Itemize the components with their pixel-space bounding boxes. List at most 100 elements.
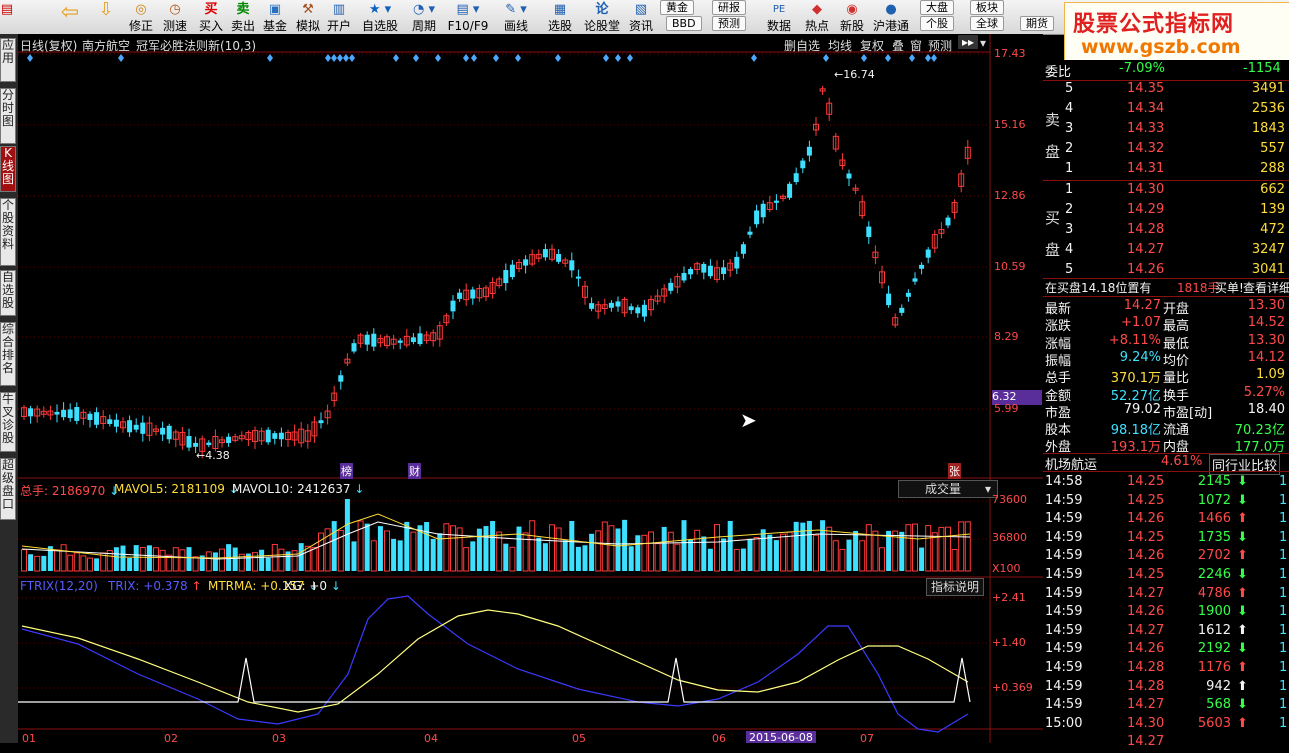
trade-tick-row[interactable]: 14:59 14.26 1466 ⬆ 1 [1043, 510, 1289, 530]
trade-tick-row[interactable]: 14:59 14.27 568 ⬇ 1 [1043, 696, 1289, 716]
indicator-scale-3: +0.369 [992, 681, 1033, 694]
indicator-help-button[interactable]: 指标说明 [926, 578, 985, 596]
signal-diamond-icon [515, 54, 521, 62]
trade-tick-row[interactable]: 14:59 14.25 2246 ⬇ 1 [1043, 566, 1289, 586]
buy-level-row[interactable]: 4 14.27 3247 [1043, 241, 1289, 261]
trade-tick-row[interactable]: 14:59 14.26 1900 ⬇ 1 [1043, 603, 1289, 623]
trade-tick-row[interactable]: 14:59 14.27 4786 ⬆ 1 [1043, 585, 1289, 605]
tab-kline[interactable]: K线图 [0, 146, 16, 192]
hotspot-button[interactable]: ◆ 热点 [800, 2, 834, 32]
watchlist-button[interactable]: ★ ▾ 自选股 [360, 2, 400, 32]
order-detail-link[interactable]: 查看详细 [1243, 279, 1289, 296]
forward-button[interactable]: ⇩ [92, 1, 120, 32]
tab-intraday[interactable]: 分时图 [0, 88, 16, 144]
news-button[interactable]: ▧ 资讯 [626, 2, 656, 32]
volume-bar [377, 526, 383, 571]
tab-diagnosis[interactable]: 牛叉诊股 [0, 392, 16, 452]
volume-bar [34, 555, 41, 572]
trade-tick-row[interactable]: 14:59 14.25 1072 ⬇ 1 [1043, 492, 1289, 512]
tab-ranking[interactable]: 综合排名 [0, 322, 16, 386]
trade-tick-row[interactable]: 14:59 14.26 2192 ⬇ 1 [1043, 640, 1289, 660]
volume-bar [912, 523, 918, 572]
menu-button[interactable]: ▤ [0, 2, 14, 32]
formula-name[interactable]: 冠军必胜法则新(10,3) [136, 37, 256, 54]
sell-price: 14.35 [1127, 81, 1165, 96]
trade-tick-row[interactable]: 14:59 14.28 1176 ⬆ 1 [1043, 659, 1289, 679]
tab-apps[interactable]: 应用 [0, 38, 16, 82]
stock-picker-button[interactable]: ▦ 选股 [542, 2, 578, 32]
sell-level-row[interactable]: 2 14.32 557 [1043, 140, 1289, 160]
volume-indicator-dropdown[interactable]: 成交量 ▾ [898, 480, 998, 498]
back-button[interactable]: ⇦ [56, 2, 84, 32]
plate-button[interactable]: 板块 [970, 0, 1004, 15]
forum-button[interactable]: 论论股堂 [582, 2, 622, 32]
open-account-button[interactable]: ▥ 开户 [324, 2, 354, 32]
sell-level-row[interactable]: 4 14.34 2536 [1043, 100, 1289, 120]
refresh-label: 修正 [128, 19, 153, 33]
sell-button[interactable]: 卖卖出 [228, 2, 258, 32]
candle-body [569, 260, 575, 271]
kline-chart[interactable] [18, 34, 1043, 743]
trade-tick-row[interactable]: 15:00 14.30 5603 ⬆ 1 [1043, 715, 1289, 735]
buy-level-row[interactable]: 1 14.30 662 [1043, 181, 1289, 201]
market-button[interactable]: 大盘 [920, 0, 954, 15]
period-label[interactable]: 日线(复权) [20, 37, 77, 54]
collapse-icon[interactable]: ▸▸ [958, 35, 979, 49]
buy-level-row[interactable]: 3 14.28 472 [1043, 221, 1289, 241]
window-button[interactable]: 窗 [910, 37, 922, 54]
overlay-button[interactable]: 叠 [892, 37, 904, 54]
sell-level-row[interactable]: 3 14.33 1843 [1043, 120, 1289, 140]
volume-bar [503, 543, 509, 571]
refresh-button[interactable]: ◎ 修正 [124, 2, 158, 32]
futures-button[interactable]: 期货 [1020, 16, 1054, 31]
chart-area[interactable]: 日线(复权) 南方航空 冠军必胜法则新(10,3) 删自选 均线 复权 叠 窗 … [18, 34, 1043, 743]
tab-super-panel[interactable]: 超级盘口 [0, 458, 16, 520]
adjust-button[interactable]: 复权 [860, 37, 884, 54]
sell-level-row[interactable]: 1 14.31 288 [1043, 160, 1289, 180]
draw-line-button[interactable]: ✎ ▾ 画线 [496, 2, 536, 32]
tab-watchlist[interactable]: 自选股 [0, 270, 16, 316]
tick-count: 1 [1279, 697, 1288, 713]
period-button[interactable]: ◔ ▾ 周期 [404, 2, 444, 32]
ma-button[interactable]: 均线 [828, 37, 852, 54]
trade-tick-row[interactable]: 14:58 14.25 2145 ⬇ 1 [1043, 473, 1289, 493]
stat-value: 9.24% [1119, 349, 1161, 365]
gold-button[interactable]: 黄金 [660, 0, 694, 15]
fund-button[interactable]: ▣ 基金 [260, 2, 290, 32]
tick-price: 14.25 [1127, 529, 1165, 545]
buy-level-row[interactable]: 2 14.29 139 [1043, 201, 1289, 221]
event-mark-rank[interactable]: 榜 [340, 463, 353, 479]
simulate-button[interactable]: ⚒ 模拟 [292, 2, 324, 32]
bulletin-button[interactable]: 研报 [712, 0, 746, 15]
trade-tick-row[interactable]: 14:59 14.28 942 ⬆ 1 [1043, 678, 1289, 698]
buy-button[interactable]: 买买入 [196, 2, 226, 32]
new-stock-button[interactable]: ◉ 新股 [836, 2, 868, 32]
candle-body [318, 420, 324, 424]
volume-bar [767, 534, 773, 571]
industry-row[interactable]: 机场航运 4.61% 同行业比较 [1043, 453, 1289, 475]
tab-stock-info[interactable]: 个股资料 [0, 198, 16, 266]
volume-bar [615, 528, 621, 571]
event-mark-zhang[interactable]: 张 [948, 463, 961, 479]
speed-test-button[interactable]: ◷ 测速 [158, 2, 192, 32]
trade-tick-row[interactable]: 14:59 14.26 2702 ⬆ 1 [1043, 547, 1289, 567]
chevron-down-icon[interactable]: ▾ [980, 36, 986, 50]
stock-button[interactable]: 个股 [920, 16, 954, 31]
sell-level-row[interactable]: 5 14.35 3491 [1043, 80, 1289, 100]
forecast-button[interactable]: 预测 [928, 37, 952, 54]
forecast-button[interactable]: 预测 [712, 16, 746, 31]
global-button[interactable]: 全球 [970, 16, 1004, 31]
tick-time: 14:59 [1045, 660, 1083, 675]
data-button[interactable]: PE 数据 [762, 2, 796, 32]
hk-connect-button[interactable]: ● 沪港通 [872, 2, 910, 32]
f10-button[interactable]: ▤ ▾ F10/F9 [446, 2, 490, 32]
trade-tick-row[interactable]: 14:59 14.25 1735 ⬇ 1 [1043, 529, 1289, 549]
trade-tick-row[interactable]: 14:59 14.27 1612 ⬆ 1 [1043, 622, 1289, 642]
order-alert-row[interactable]: 在买盘14.18位置有 1818手 买单! 查看详细 [1043, 278, 1289, 298]
bbd-button[interactable]: BBD [666, 16, 702, 31]
event-mark-finance[interactable]: 财 [408, 463, 421, 479]
remove-watch-button[interactable]: 删自选 [784, 37, 820, 54]
signal-diamond-icon [751, 54, 757, 62]
trade-tick-row[interactable]: 14.27 [1043, 733, 1289, 753]
signal-diamond-icon [435, 54, 441, 62]
